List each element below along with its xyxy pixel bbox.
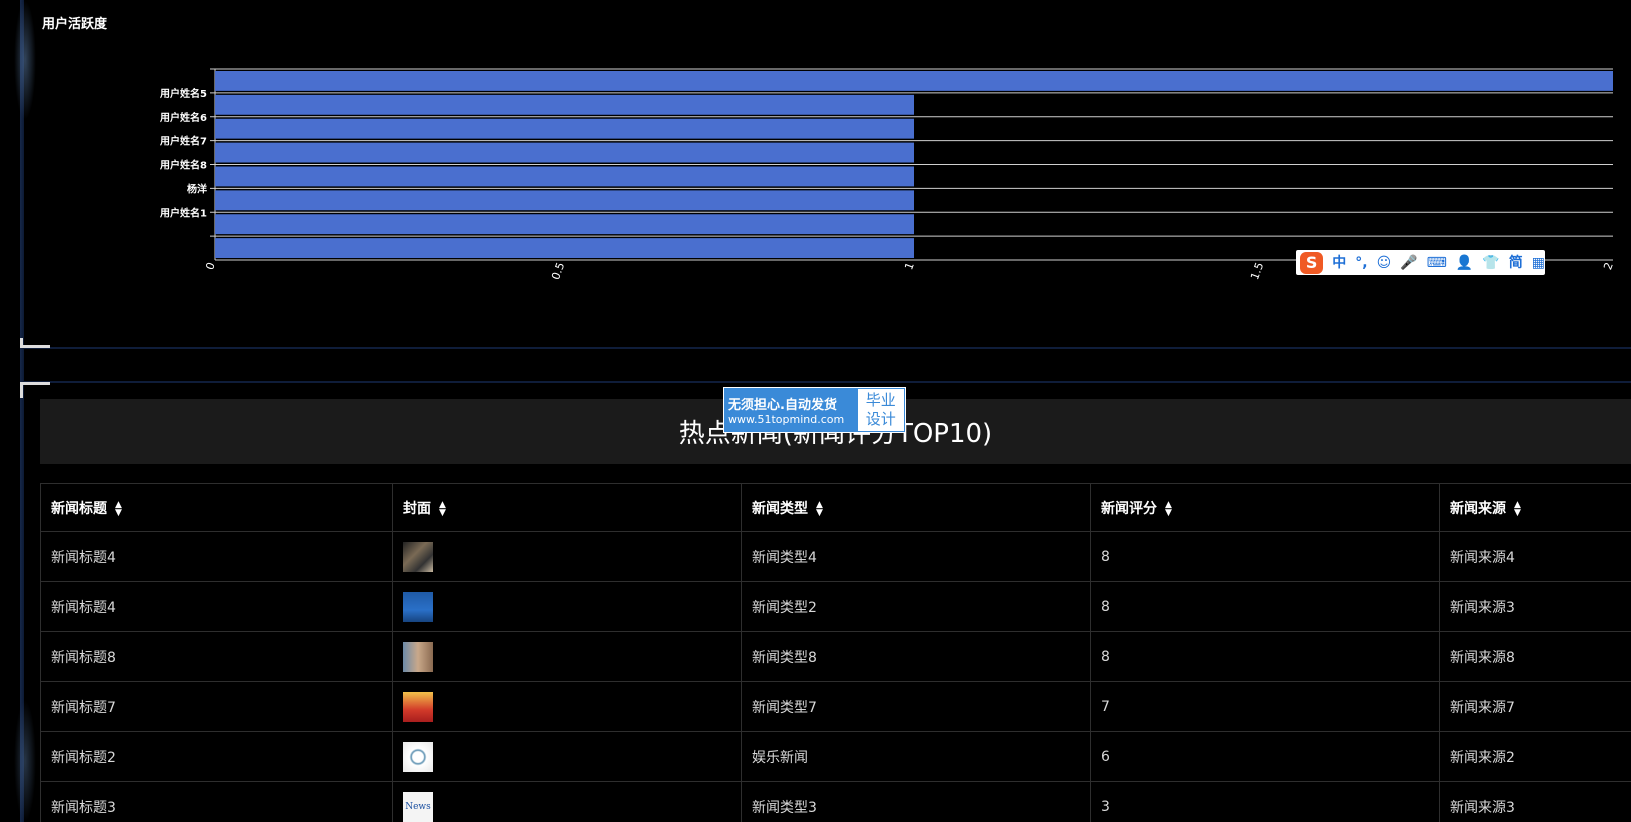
- sort-icon[interactable]: ▲ ▼: [439, 500, 446, 517]
- cell-cover: [392, 581, 742, 632]
- ime-simplified-button[interactable]: 简: [1509, 256, 1523, 270]
- chart-bar: [215, 214, 914, 235]
- ime-chinese-mode-button[interactable]: 中: [1332, 256, 1346, 270]
- cell-title: 新闻标题2: [40, 731, 393, 782]
- chart-category-label: 用户姓名6: [159, 111, 207, 124]
- cell-score: 6: [1090, 731, 1440, 782]
- watermark-line1: 无须担心.自动发货: [728, 398, 837, 413]
- cell-type: 娱乐新闻: [741, 731, 1091, 782]
- sort-icon[interactable]: ▲ ▼: [1165, 500, 1172, 517]
- cell-title: 新闻标题4: [40, 581, 393, 632]
- cell-type: 新闻类型4: [741, 531, 1091, 582]
- column-header-cover[interactable]: 封面 ▲ ▼: [392, 483, 742, 532]
- chart-x-tick-label: 1.5: [1248, 261, 1266, 282]
- cell-cover: News: [392, 781, 742, 822]
- table-row[interactable]: 新闻标题8 新闻类型8 8 新闻来源8: [40, 631, 1631, 682]
- table-row[interactable]: 新闻标题7 新闻类型7 7 新闻来源7: [40, 681, 1631, 732]
- panel-corner-top-left: [20, 382, 50, 398]
- cell-cover: [392, 631, 742, 682]
- cover-image[interactable]: [403, 741, 433, 772]
- cover-image[interactable]: [403, 641, 433, 672]
- cell-score: 8: [1090, 581, 1440, 632]
- column-header-source[interactable]: 新闻来源 ▲ ▼: [1439, 483, 1631, 532]
- chart-category-label: 用户姓名5: [159, 87, 207, 100]
- chart-category-label: 用户姓名8: [159, 159, 207, 172]
- cover-image[interactable]: [403, 691, 433, 722]
- cell-score: 8: [1090, 531, 1440, 582]
- ime-skin-icon[interactable]: 👕: [1482, 256, 1499, 270]
- cell-cover: [392, 731, 742, 782]
- chart-bar: [215, 166, 914, 187]
- panel-divider-top: [24, 381, 1631, 383]
- cell-source: 新闻来源2: [1439, 731, 1631, 782]
- panel-divider-bottom: [24, 347, 1631, 349]
- sogou-logo-icon[interactable]: S: [1300, 251, 1324, 274]
- sort-icon[interactable]: ▲ ▼: [115, 500, 122, 517]
- table-row[interactable]: 新闻标题4 新闻类型4 8 新闻来源4: [40, 531, 1631, 582]
- chart-bar: [215, 118, 914, 139]
- cell-cover: [392, 531, 742, 582]
- chart-category-label: 用户姓名7: [159, 135, 207, 148]
- activity-bar-chart: 用户姓名1 杨洋 用户姓名8 用户姓名7 用户姓名6 用户姓名5 0 0.5 1 1.5 2: [159, 68, 1616, 282]
- cell-source: 新闻来源7: [1439, 681, 1631, 732]
- sort-icon[interactable]: ▲ ▼: [816, 500, 823, 517]
- cell-type: 新闻类型2: [741, 581, 1091, 632]
- watermark-text: 无须担心.自动发货 www.51topmind.com: [724, 388, 857, 432]
- cell-cover: [392, 681, 742, 732]
- ime-user-icon[interactable]: 👤: [1456, 256, 1473, 270]
- ime-microphone-icon[interactable]: 🎤: [1400, 256, 1417, 270]
- frame-glow-bottom: [14, 700, 36, 822]
- cover-image[interactable]: [403, 541, 433, 572]
- chart-category-label: 杨洋: [187, 182, 207, 195]
- chart-bar: [215, 190, 914, 211]
- sort-icon[interactable]: ▲ ▼: [1514, 500, 1521, 517]
- cell-score: 3: [1090, 781, 1440, 822]
- cell-source: 新闻来源3: [1439, 781, 1631, 822]
- table-row[interactable]: 新闻标题4 新闻类型2 8 新闻来源3: [40, 581, 1631, 632]
- cell-type: 新闻类型8: [741, 631, 1091, 682]
- ime-emoji-icon[interactable]: ☺: [1377, 256, 1392, 270]
- watermark-url: www.51topmind.com: [728, 413, 845, 426]
- chart-bar: [215, 238, 914, 258]
- ime-toolbox-icon[interactable]: ▦: [1532, 256, 1545, 270]
- chart-bar: [215, 71, 1613, 91]
- cell-score: 7: [1090, 681, 1440, 732]
- cell-score: 8: [1090, 631, 1440, 682]
- cell-title: 新闻标题7: [40, 681, 393, 732]
- chart-x-tick-label: 0.5: [549, 261, 567, 282]
- table-header-row: 新闻标题 ▲ ▼ 封面 ▲ ▼ 新闻类型 ▲ ▼ 新闻评分 ▲ ▼ 新闻来源 ▲ ▼: [40, 483, 1631, 532]
- chart-bar: [215, 142, 914, 163]
- chart-category-label: 用户姓名1: [159, 206, 207, 219]
- dashboard: 用户活跃度 用户姓名1 杨洋 用户姓名8 用户姓名7 用户姓名6 用户姓名5 0 0.5 1 1.…: [0, 0, 1631, 822]
- watermark-badge-label: 毕业 设计: [857, 389, 904, 431]
- cell-source: 新闻来源4: [1439, 531, 1631, 582]
- chart-x-tick-label: 0: [203, 261, 218, 272]
- cover-image[interactable]: [403, 591, 433, 622]
- watermark-badge[interactable]: 无须担心.自动发货 www.51topmind.com 毕业 设计: [723, 387, 906, 433]
- chart-bar: [215, 94, 914, 115]
- cell-source: 新闻来源8: [1439, 631, 1631, 682]
- cell-title: 新闻标题8: [40, 631, 393, 682]
- cell-source: 新闻来源3: [1439, 581, 1631, 632]
- ime-toolbar[interactable]: S 中 °, ☺ 🎤 ⌨ 👤 👕 简 ▦: [1296, 250, 1545, 275]
- ime-keyboard-icon[interactable]: ⌨: [1427, 256, 1447, 270]
- cell-title: 新闻标题4: [40, 531, 393, 582]
- table-row[interactable]: 新闻标题2 娱乐新闻 6 新闻来源2: [40, 731, 1631, 782]
- table-row[interactable]: 新闻标题3 News 新闻类型3 3 新闻来源3: [40, 781, 1631, 822]
- column-header-type[interactable]: 新闻类型 ▲ ▼: [741, 483, 1091, 532]
- chart-x-tick-label: 2: [1601, 261, 1616, 272]
- column-header-title[interactable]: 新闻标题 ▲ ▼: [40, 483, 393, 532]
- column-header-score[interactable]: 新闻评分 ▲ ▼: [1090, 483, 1440, 532]
- chart-x-tick-label: 1: [902, 261, 917, 272]
- cell-type: 新闻类型3: [741, 781, 1091, 822]
- cell-title: 新闻标题3: [40, 781, 393, 822]
- news-table: 新闻标题 ▲ ▼ 封面 ▲ ▼ 新闻类型 ▲ ▼ 新闻评分 ▲ ▼ 新闻来源 ▲ ▼ 新闻标题4 新…: [40, 483, 1631, 822]
- cover-image[interactable]: News: [403, 791, 433, 822]
- ime-punctuation-icon[interactable]: °,: [1355, 256, 1367, 270]
- cell-type: 新闻类型7: [741, 681, 1091, 732]
